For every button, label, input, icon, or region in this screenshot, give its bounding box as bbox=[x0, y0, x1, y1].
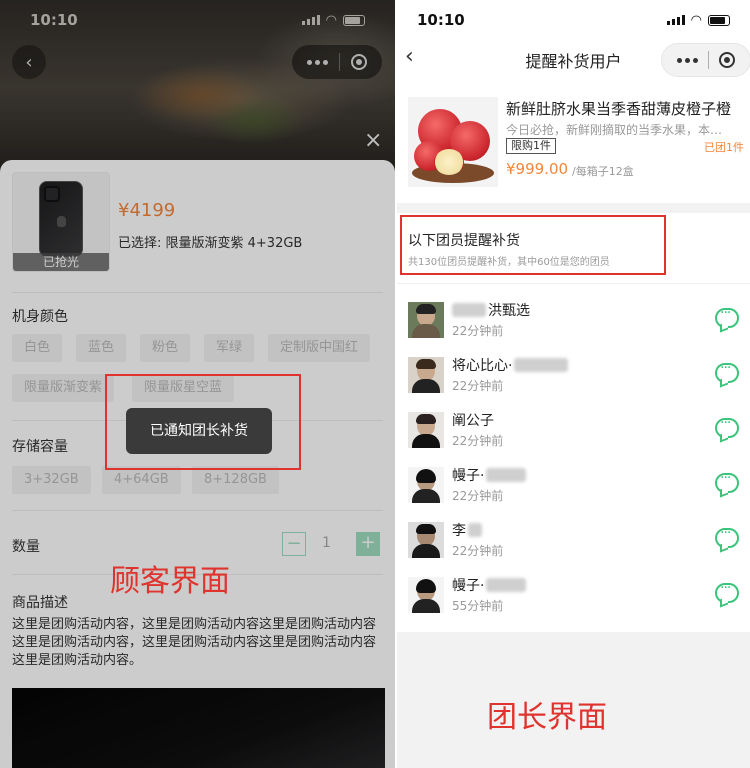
avatar bbox=[408, 357, 444, 393]
customer-screen: 10:10 ◠ ‹ × 已抢光 ¥4199 已选择: 限量版渐变紫 4+32GB… bbox=[0, 0, 395, 768]
annotation-caption: 团长界面 bbox=[487, 700, 607, 735]
chat-bubble-icon[interactable] bbox=[715, 525, 739, 548]
page-title: 提醒补货用户 bbox=[525, 52, 622, 71]
joined-count: 已团1件 bbox=[704, 141, 744, 154]
annotation-caption: 顾客界面 bbox=[110, 564, 230, 599]
leader-screen: 10:10 ◠ ‹ 提醒补货用户 新鲜肚脐水果当季香甜薄皮橙子橙 今日必抢，新鲜… bbox=[397, 0, 750, 768]
avatar bbox=[408, 412, 444, 448]
product-subtitle: 今日必抢，新鲜刚摘取的当季水果，本… bbox=[506, 123, 723, 137]
member-time: 22分钟前 bbox=[452, 434, 504, 448]
product-image bbox=[408, 97, 498, 187]
avatar bbox=[408, 577, 444, 613]
member-name: 幔子· bbox=[452, 465, 527, 485]
avatar bbox=[408, 522, 444, 558]
annotation-box bbox=[105, 374, 301, 470]
wifi-icon: ◠ bbox=[690, 12, 702, 28]
chat-bubble-icon[interactable] bbox=[715, 360, 739, 383]
list-item[interactable]: 将心比心· 22分钟前 bbox=[397, 355, 750, 410]
list-item[interactable]: 洪甄选 22分钟前 bbox=[397, 300, 750, 355]
capsule-target-icon[interactable] bbox=[719, 52, 735, 68]
status-time: 10:10 bbox=[417, 11, 465, 29]
member-time: 55分钟前 bbox=[452, 599, 504, 613]
annotation-box bbox=[400, 215, 666, 275]
member-time: 22分钟前 bbox=[452, 324, 504, 338]
member-name: 洪甄选 bbox=[452, 300, 530, 320]
list-item[interactable]: 幔子· 55分钟前 bbox=[397, 575, 750, 630]
product-price: ¥999.00 bbox=[506, 160, 569, 178]
limit-badge: 限购1件 bbox=[506, 138, 556, 154]
chat-bubble-icon[interactable] bbox=[715, 415, 739, 438]
list-item[interactable]: 幔子· 22分钟前 bbox=[397, 465, 750, 520]
member-time: 22分钟前 bbox=[452, 379, 504, 393]
member-name: 将心比心· bbox=[452, 355, 569, 375]
avatar bbox=[408, 302, 444, 338]
signal-icon bbox=[666, 15, 685, 25]
chat-bubble-icon[interactable] bbox=[715, 580, 739, 603]
member-time: 22分钟前 bbox=[452, 544, 504, 558]
member-name: 幔子· bbox=[452, 575, 527, 595]
battery-icon bbox=[708, 14, 730, 26]
chat-bubble-icon[interactable] bbox=[715, 470, 739, 493]
status-bar: 10:10 ◠ bbox=[397, 0, 750, 40]
miniprogram-capsule[interactable] bbox=[661, 43, 750, 77]
member-name: 李 bbox=[452, 520, 482, 540]
chat-bubble-icon[interactable] bbox=[715, 305, 739, 328]
avatar bbox=[408, 467, 444, 503]
more-dots-icon[interactable] bbox=[677, 57, 698, 63]
list-item[interactable]: 阐公子 22分钟前 bbox=[397, 410, 750, 465]
member-name: 阐公子 bbox=[452, 413, 494, 429]
member-time: 22分钟前 bbox=[452, 489, 504, 503]
product-unit: /每箱子12盒 bbox=[572, 165, 634, 178]
list-item[interactable]: 李 22分钟前 bbox=[397, 520, 750, 575]
product-title: 新鲜肚脐水果当季香甜薄皮橙子橙 bbox=[506, 100, 732, 118]
